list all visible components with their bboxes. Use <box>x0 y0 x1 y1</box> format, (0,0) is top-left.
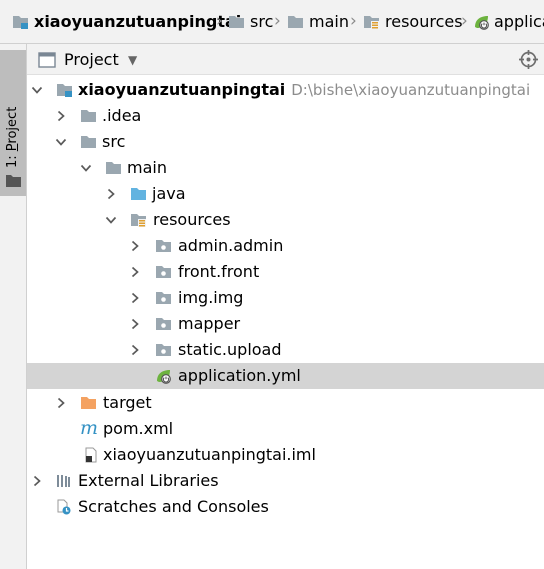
tree-item-label: mapper <box>178 314 241 333</box>
package-folder-icon <box>155 238 172 254</box>
chevron-right-icon[interactable] <box>104 187 118 201</box>
package-folder-icon <box>155 316 172 332</box>
chevron-right-icon[interactable] <box>128 239 142 253</box>
package-folder-icon <box>155 342 172 358</box>
locate-target-icon[interactable] <box>519 50 538 69</box>
project-tab-text: roject <box>5 106 20 144</box>
project-tab-mnemonic: P <box>5 143 20 152</box>
project-tab-label: 1: Project <box>4 107 22 168</box>
tree-item-java[interactable]: java <box>27 181 544 207</box>
tree-item-admin[interactable]: admin.admin <box>27 233 544 259</box>
spring-config-icon <box>473 14 490 30</box>
tree-item-label: Scratches and Consoles <box>78 497 269 516</box>
breadcrumb-label: src <box>250 12 274 31</box>
tree-item-label: front.front <box>178 262 260 281</box>
navigation-breadcrumb-bar: xiaoyuanzutuanpingtai › src › main › res… <box>0 0 544 44</box>
tree-item-src[interactable]: src <box>27 129 544 155</box>
chevron-right-icon[interactable] <box>128 291 142 305</box>
tree-item-label: admin.admin <box>178 236 284 255</box>
breadcrumb-separator-icon: › <box>274 11 281 31</box>
module-folder-icon <box>12 14 29 30</box>
excluded-folder-icon <box>80 395 97 411</box>
tree-item-idea[interactable]: .idea <box>27 103 544 129</box>
project-view-selector[interactable]: Project <box>64 50 119 70</box>
tree-item-label: src <box>102 132 126 151</box>
chevron-down-icon[interactable] <box>79 161 93 175</box>
tree-item-label: target <box>103 393 152 412</box>
tree-item-pom[interactable]: m pom.xml <box>27 416 544 442</box>
project-window-icon <box>38 52 56 68</box>
tree-item-iml[interactable]: xiaoyuanzutuanpingtai.iml <box>27 442 544 468</box>
chevron-down-icon[interactable] <box>30 83 44 97</box>
project-panel-header: Project ▼ <box>27 44 544 75</box>
package-folder-icon <box>155 264 172 280</box>
tree-item-label: static.upload <box>178 340 282 359</box>
breadcrumb-label: applica <box>494 12 544 31</box>
chevron-right-icon[interactable] <box>54 109 68 123</box>
tree-item-application-yml[interactable]: application.yml <box>27 363 544 389</box>
breadcrumb-label: main <box>309 12 349 31</box>
chevron-right-icon[interactable] <box>128 317 142 331</box>
tree-item-project-root[interactable]: xiaoyuanzutuanpingtai D:\bishe\xiaoyuanzu… <box>27 77 544 103</box>
iml-file-icon <box>82 447 99 463</box>
folder-icon <box>228 14 245 30</box>
project-tool-window-tab[interactable]: 1: Project <box>0 50 26 196</box>
tree-item-img[interactable]: img.img <box>27 285 544 311</box>
tree-item-main[interactable]: main <box>27 155 544 181</box>
folder-icon <box>80 134 97 150</box>
tool-window-stripe: 1: Project <box>0 44 27 569</box>
breadcrumb-item-resources[interactable]: resources <box>363 12 463 32</box>
tree-item-scratches[interactable]: Scratches and Consoles <box>27 494 544 520</box>
folder-icon <box>105 160 122 176</box>
folder-icon <box>6 175 21 187</box>
libraries-icon <box>55 473 72 489</box>
breadcrumb-item-application[interactable]: applica <box>473 12 544 32</box>
project-name: xiaoyuanzutuanpingtai <box>78 80 286 99</box>
spring-config-icon <box>155 368 172 384</box>
folder-icon <box>287 14 304 30</box>
tree-item-label: xiaoyuanzutuanpingtai D:\bishe\xiaoyuanzu… <box>78 80 530 100</box>
tree-item-label: img.img <box>178 288 244 307</box>
tree-item-label: .idea <box>102 106 142 125</box>
resources-folder-icon <box>130 212 147 228</box>
tree-item-label: resources <box>153 210 231 229</box>
tree-item-resources[interactable]: resources <box>27 207 544 233</box>
chevron-down-icon[interactable] <box>54 135 68 149</box>
tree-item-label: xiaoyuanzutuanpingtai.iml <box>103 445 316 464</box>
breadcrumb-separator-icon: › <box>350 11 357 31</box>
chevron-right-icon[interactable] <box>128 265 142 279</box>
chevron-down-icon[interactable]: ▼ <box>128 53 137 67</box>
tree-item-label: External Libraries <box>78 471 219 490</box>
chevron-right-icon[interactable] <box>128 343 142 357</box>
tree-item-label: main <box>127 158 167 177</box>
tree-item-label: application.yml <box>178 366 301 385</box>
resources-folder-icon <box>363 14 380 30</box>
chevron-down-icon[interactable] <box>104 213 118 227</box>
module-folder-icon <box>56 82 73 98</box>
breadcrumb-item-src[interactable]: src <box>228 12 273 32</box>
project-tab-number: 1: <box>5 155 20 168</box>
breadcrumb-item-project[interactable]: xiaoyuanzutuanpingtai <box>12 12 241 32</box>
project-path: D:\bishe\xiaoyuanzutuanpingtai <box>291 81 531 99</box>
tree-item-label: java <box>152 184 186 203</box>
maven-icon: m <box>80 417 99 439</box>
tree-item-front[interactable]: front.front <box>27 259 544 285</box>
tree-item-mapper[interactable]: mapper <box>27 311 544 337</box>
breadcrumb-item-main[interactable]: main <box>287 12 349 32</box>
breadcrumb-label: xiaoyuanzutuanpingtai <box>34 12 242 31</box>
chevron-right-icon[interactable] <box>54 396 68 410</box>
tree-item-static[interactable]: static.upload <box>27 337 544 363</box>
breadcrumb-separator-icon: › <box>461 11 468 31</box>
breadcrumb-label: resources <box>385 12 463 31</box>
tree-item-label: pom.xml <box>103 419 174 438</box>
package-folder-icon <box>155 290 172 306</box>
folder-icon <box>80 108 97 124</box>
tree-item-external-libraries[interactable]: External Libraries <box>27 468 544 494</box>
source-folder-icon <box>130 186 147 202</box>
breadcrumb-separator-icon: › <box>216 11 223 31</box>
scratches-icon <box>55 499 72 515</box>
tree-item-target[interactable]: target <box>27 390 544 416</box>
chevron-right-icon[interactable] <box>30 474 44 488</box>
